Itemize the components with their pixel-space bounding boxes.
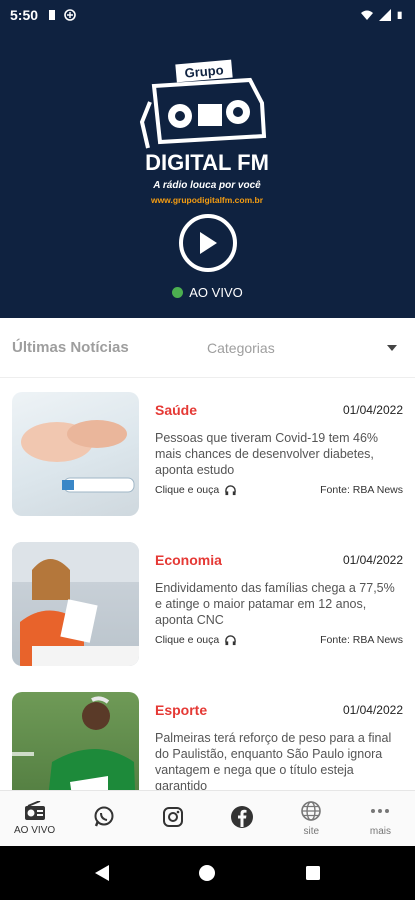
news-item[interactable]: Saúde 01/04/2022 Pessoas que tiveram Cov… <box>0 378 415 528</box>
news-thumbnail <box>12 692 139 790</box>
news-headline: Pessoas que tiveram Covid-19 tem 46% mai… <box>155 431 379 477</box>
recents-icon[interactable] <box>305 865 321 881</box>
system-nav-bar <box>0 846 415 900</box>
news-date: 01/04/2022 <box>342 403 403 417</box>
news-date: 01/04/2022 <box>342 703 403 717</box>
nav-label: mais <box>369 826 391 837</box>
nav-ao-vivo[interactable]: AO VIVO <box>0 791 69 846</box>
play-icon <box>200 232 217 254</box>
nav-label: AO VIVO <box>14 825 56 836</box>
svg-text:A rádio louca por você: A rádio louca por você <box>152 180 261 191</box>
whatsapp-icon <box>94 806 114 826</box>
sd-card-icon <box>49 10 56 20</box>
news-source: Fonte: RBA News <box>320 484 403 496</box>
back-icon[interactable] <box>94 864 110 882</box>
news-category: Saúde <box>155 402 198 418</box>
news-item[interactable]: Economia 01/04/2022 Endividamento das fa… <box>0 528 415 678</box>
instagram-icon <box>162 806 183 827</box>
nav-more[interactable]: mais <box>346 791 415 846</box>
nav-label: site <box>303 826 320 837</box>
battery-icon <box>397 11 402 19</box>
listen-label: Clique e ouça <box>155 634 220 646</box>
news-source: Fonte: RBA News <box>320 634 403 646</box>
news-date: 01/04/2022 <box>342 553 403 567</box>
glucose-test-image <box>21 420 135 493</box>
news-section-title: Últimas Notícias <box>12 339 129 356</box>
categories-label: Categorias <box>207 339 275 356</box>
live-dot-icon <box>172 287 184 298</box>
news-list[interactable]: Saúde 01/04/2022 Pessoas que tiveram Cov… <box>0 378 415 790</box>
listen-label: Clique e ouça <box>155 484 220 496</box>
live-indicator: AO VIVO <box>0 285 415 300</box>
categories-dropdown[interactable]: Categorias <box>207 340 403 356</box>
indebted-woman-image <box>12 542 139 666</box>
grupo-digital-fm-logo: Grupo DIGITAL FM A rádio louca por você … <box>139 59 269 205</box>
bottom-nav: AO VIVO site mais <box>0 790 415 846</box>
player-header: Grupo DIGITAL FM A rádio louca por você … <box>0 30 415 318</box>
status-bar: 5:50 <box>0 0 415 30</box>
live-label: AO VIVO <box>189 285 243 300</box>
headphones-icon <box>225 634 236 645</box>
facebook-icon <box>231 805 254 828</box>
listen-button[interactable]: Clique e ouça <box>155 484 236 496</box>
wifi-icon <box>361 10 373 20</box>
news-category: Esporte <box>155 702 208 718</box>
listen-button[interactable]: Clique e ouça <box>155 634 236 646</box>
globe-icon <box>301 801 322 821</box>
chevron-down-icon <box>387 344 397 351</box>
news-header: Últimas Notícias Categorias <box>0 318 415 378</box>
radio-icon <box>24 801 45 820</box>
news-headline: Endividamento das famílias chega a 77,5%… <box>155 581 395 627</box>
more-icon <box>371 809 390 813</box>
signal-icon <box>379 9 391 21</box>
nav-facebook[interactable] <box>208 791 277 846</box>
status-time: 5:50 <box>10 7 39 23</box>
news-headline: Palmeiras terá reforço de peso para a fi… <box>155 731 392 790</box>
news-thumbnail <box>12 542 139 666</box>
home-icon[interactable] <box>198 864 216 882</box>
nav-instagram[interactable] <box>138 791 207 846</box>
headphones-icon <box>225 484 236 495</box>
nav-whatsapp[interactable] <box>69 791 138 846</box>
news-item[interactable]: Esporte 01/04/2022 Palmeiras terá reforç… <box>0 678 415 790</box>
news-category: Economia <box>155 552 222 568</box>
play-button[interactable] <box>179 214 237 272</box>
svg-text:www.grupodigitalfm.com.br: www.grupodigitalfm.com.br <box>150 195 264 205</box>
football-player-image <box>12 696 136 790</box>
news-thumbnail <box>12 392 139 516</box>
nav-site[interactable]: site <box>277 791 346 846</box>
svg-text:DIGITAL FM: DIGITAL FM <box>145 150 269 175</box>
data-saver-icon <box>64 9 76 21</box>
